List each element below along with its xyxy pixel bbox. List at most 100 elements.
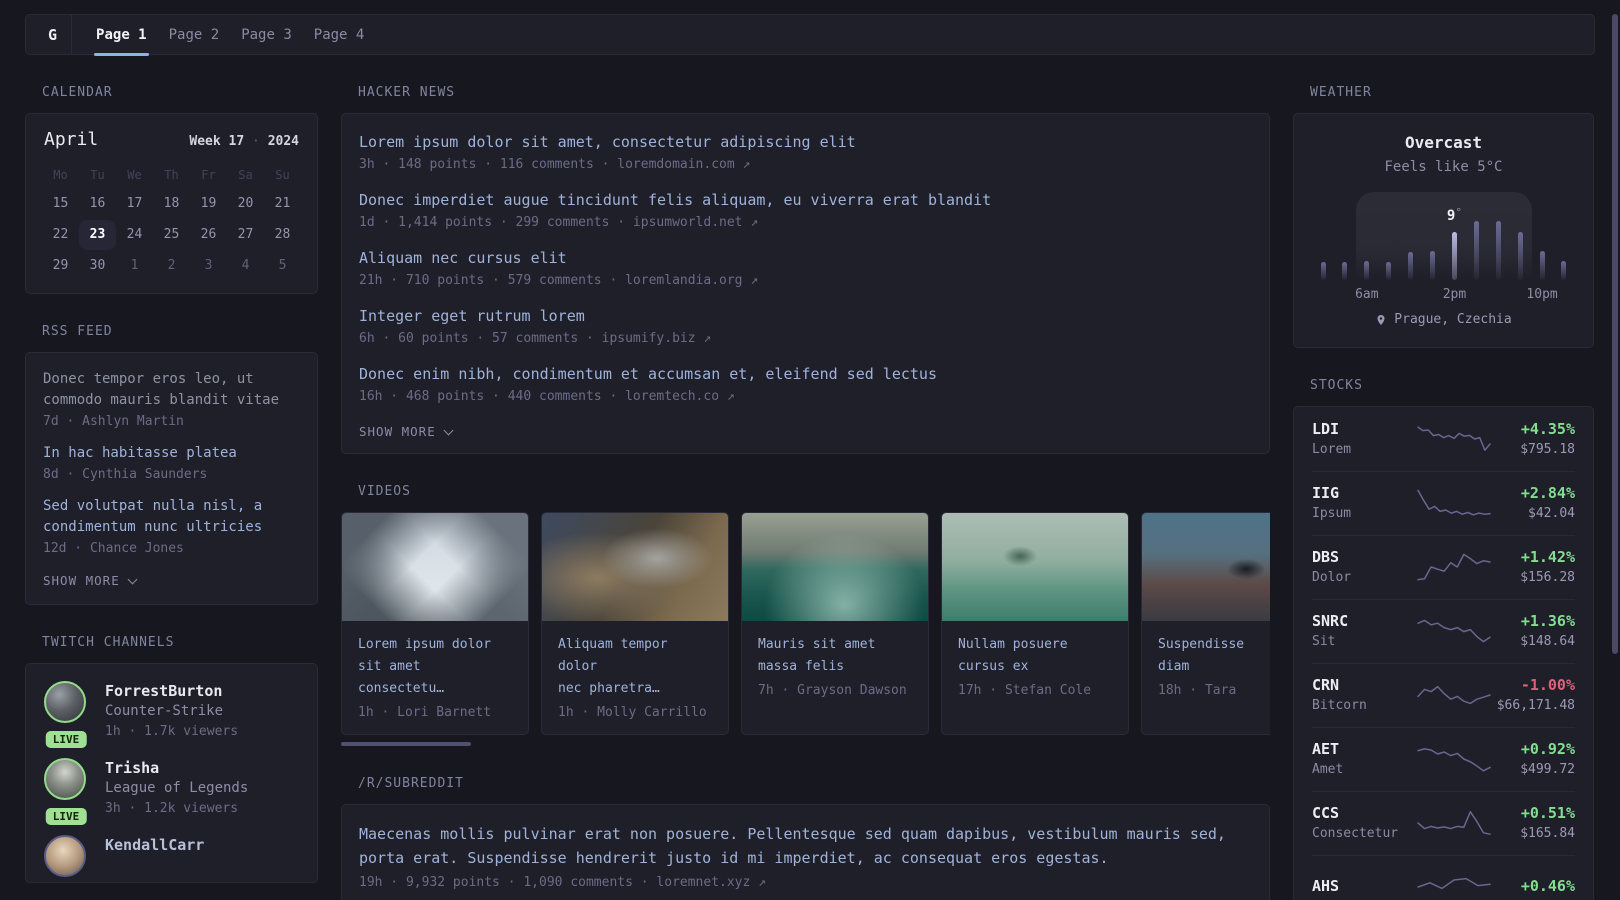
dashboard-columns: CALENDAR April Week 17 · 2024 Mo Tu We Th Fr… [25, 55, 1595, 900]
tab-page-2[interactable]: Page 2 [167, 15, 222, 54]
video-meta: 1h · Molly Carrillo [558, 705, 707, 720]
twitch-channel-kendallcarr[interactable]: KendallCarr [43, 834, 300, 878]
page-scrollbar [1610, 14, 1620, 900]
calendar-month: April [44, 129, 99, 150]
video-card[interactable]: Suspendisse diam 18h · Tara [1141, 512, 1270, 735]
video-title[interactable]: Mauris sit amet massa felis [758, 637, 875, 674]
video-card[interactable]: Mauris sit amet massa felis 7h · Grayson… [741, 512, 929, 735]
stocks-heading: STOCKS [1310, 377, 1363, 393]
videos-scrollbar-thumb[interactable] [341, 742, 471, 746]
weather-bar [1517, 232, 1523, 280]
twitch-channel-forrestburton[interactable]: LIVE ForrestBurton Counter-Strike 1h · 1… [43, 680, 300, 748]
hn-item: Aliquam nec cursus elit 21h · 710 points… [359, 247, 1252, 288]
rss-item-meta: 8d · Cynthia Saunders [43, 467, 208, 482]
weather-feels-like: Feels like 5°C [1384, 159, 1503, 175]
stock-values: +1.36% $148.64 [1492, 611, 1575, 651]
stock-name: Amet [1312, 762, 1344, 777]
twitch-channel-name[interactable]: ForrestBurton [105, 681, 238, 701]
calendar-day-header: Fr [201, 168, 216, 182]
twitch-channel-name[interactable]: Trisha [105, 758, 248, 778]
stock-row-snrc[interactable]: SNRC Sit +1.36% $148.64 [1312, 598, 1575, 663]
app-logo[interactable]: G [48, 26, 57, 44]
chevron-down-icon [127, 574, 138, 584]
weather-time-label: 2pm [1442, 287, 1467, 302]
video-thumbnail[interactable] [342, 513, 528, 621]
stock-row-ldi[interactable]: LDI Lorem +4.35% $795.18 [1312, 407, 1575, 471]
rss-item-meta: 12d · Chance Jones [43, 541, 184, 556]
hn-item-meta: 1d · 1,414 points · 299 comments · ipsum… [359, 215, 759, 230]
stock-price: $156.28 [1520, 570, 1575, 585]
calendar-grid: Mo Tu We Th Fr Sa Su 15 16 17 18 19 20 21 22 23 24 25 26 27… [42, 162, 301, 281]
stock-price: $66,171.48 [1496, 698, 1575, 713]
video-title[interactable]: Suspendisse diam [1158, 637, 1244, 674]
weather-bar [1539, 251, 1545, 280]
hn-item-title[interactable]: Integer eget rutrum lorem [359, 305, 1252, 327]
hn-item-title[interactable]: Donec enim nibh, condimentum et accumsan… [359, 363, 1252, 385]
video-card-body: Nullam posuere cursus ex 17h · Stefan Co… [942, 621, 1128, 712]
hn-item-title[interactable]: Donec imperdiet augue tincidunt felis al… [359, 189, 1252, 211]
stock-row-ccs[interactable]: CCS Consectetur +0.51% $165.84 [1312, 790, 1575, 855]
hn-item-meta: 16h · 468 points · 440 comments · loremt… [359, 389, 735, 404]
stock-row-ahs[interactable]: AHS +0.46% [1312, 854, 1575, 900]
twitch-channel-trisha[interactable]: LIVE Trisha League of Legends 3h · 1.2k … [43, 757, 300, 825]
hacker-news-show-more-button[interactable]: SHOW MORE [359, 422, 454, 441]
rss-heading: RSS FEED [42, 324, 113, 339]
twitch-avatar-wrap: LIVE [43, 680, 89, 748]
rss-item-title[interactable]: In hac habitasse platea [43, 443, 300, 464]
video-title[interactable]: Nullam posuere cursus ex [958, 637, 1068, 674]
stock-change: +1.36% [1520, 612, 1575, 630]
rss-item-title[interactable]: Donec tempor eros leo, ut commodo mauris… [43, 369, 300, 411]
calendar-date: 5 [278, 258, 287, 273]
stock-price: $795.18 [1520, 441, 1575, 457]
video-card[interactable]: Aliquam tempor dolor nec pharetra… 1h · … [541, 512, 729, 735]
chevron-down-icon [443, 425, 454, 435]
calendar-day-header: Th [164, 168, 179, 182]
page-scrollbar-thumb[interactable] [1612, 14, 1618, 654]
video-thumbnail[interactable] [942, 513, 1128, 621]
hn-item-title[interactable]: Lorem ipsum dolor sit amet, consectetur … [359, 131, 1252, 153]
calendar-week-year: Week 17 · 2024 [189, 134, 299, 149]
video-thumbnail[interactable] [542, 513, 728, 621]
rss-show-more-button[interactable]: SHOW MORE [43, 571, 138, 590]
twitch-channel-name[interactable]: KendallCarr [105, 835, 204, 855]
weather-bar [1430, 251, 1436, 280]
video-card-body: Mauris sit amet massa felis 7h · Grayson… [742, 621, 928, 712]
subreddit-post-title[interactable]: Maecenas mollis pulvinar erat non posuer… [359, 822, 1252, 870]
calendar-date: 22 [52, 227, 69, 242]
video-title[interactable]: Lorem ipsum dolor sit amet consectetu… [358, 637, 491, 696]
video-card[interactable]: Lorem ipsum dolor sit amet consectetu… 1… [341, 512, 529, 735]
stock-change: +0.46% [1520, 877, 1575, 895]
video-thumbnail[interactable] [742, 513, 928, 621]
stock-row-iig[interactable]: IIG Ipsum +2.84% $42.04 [1312, 470, 1575, 535]
stock-row-aet[interactable]: AET Amet +0.92% $499.72 [1312, 726, 1575, 791]
calendar-date: 27 [237, 227, 254, 242]
tab-page-3[interactable]: Page 3 [239, 15, 294, 54]
hacker-news-list: Lorem ipsum dolor sit amet, consectetur … [359, 131, 1252, 404]
videos-heading: VIDEOS [358, 484, 411, 499]
subreddit-heading: /R/SUBREDDIT [358, 776, 464, 791]
hn-item-title[interactable]: Aliquam nec cursus elit [359, 247, 1252, 269]
video-card[interactable]: Nullam posuere cursus ex 17h · Stefan Co… [941, 512, 1129, 735]
calendar-date: 16 [89, 196, 106, 211]
stock-row-dbs[interactable]: DBS Dolor +1.42% $156.28 [1312, 534, 1575, 599]
calendar-heading: CALENDAR [42, 85, 113, 100]
stock-row-crn[interactable]: CRN Bitcorn -1.00% $66,171.48 [1312, 662, 1575, 727]
weather-bar-chart: 9° 6am 2pm 10pm [1320, 190, 1567, 302]
video-title[interactable]: Aliquam tempor dolor nec pharetra… [558, 637, 668, 696]
tab-page-4[interactable]: Page 4 [312, 15, 367, 54]
rss-item-title[interactable]: Sed volutpat nulla nisl, a condimentum n… [43, 496, 300, 538]
stock-identity: AET Amet [1312, 739, 1416, 779]
calendar-date: 30 [89, 258, 106, 273]
subreddit-widget: Maecenas mollis pulvinar erat non posuer… [341, 804, 1270, 900]
weather-bar [1561, 261, 1567, 280]
weather-bar [1342, 262, 1348, 280]
stock-name: Sit [1312, 634, 1336, 649]
stock-values: +2.84% $42.04 [1492, 483, 1575, 523]
tab-page-1[interactable]: Page 1 [94, 15, 149, 56]
stock-change: +0.51% [1520, 804, 1575, 822]
video-meta: 1h · Lori Barnett [358, 705, 492, 720]
hn-item: Donec enim nibh, condimentum et accumsan… [359, 363, 1252, 404]
stock-values: +0.46% [1492, 876, 1575, 898]
video-thumbnail[interactable] [1142, 513, 1270, 621]
weather-bar [1386, 262, 1392, 280]
